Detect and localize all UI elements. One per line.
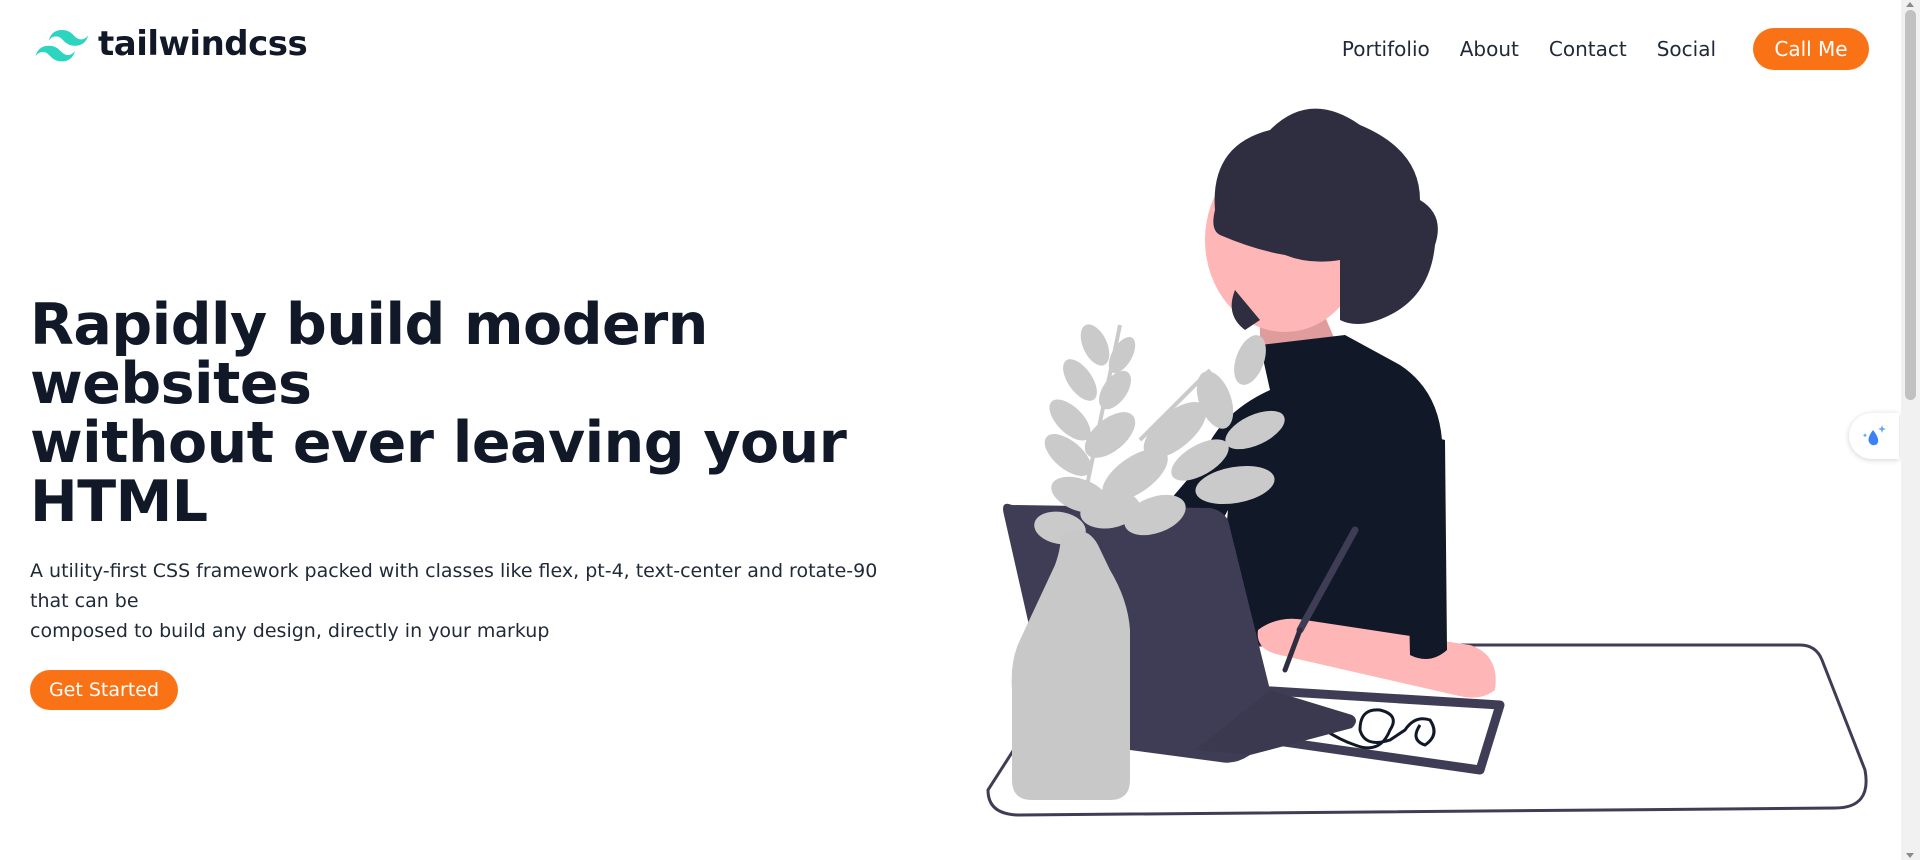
woman-working-at-desk-illustration [986, 108, 1868, 817]
hero-section: Rapidly build modern websites without ev… [30, 296, 930, 710]
hero-title-line: Rapidly build modern websites [30, 292, 708, 417]
call-me-button[interactable]: Call Me [1753, 28, 1869, 70]
nav-link-portfolio[interactable]: Portifolio [1342, 37, 1430, 61]
scroll-down-icon[interactable] [1906, 853, 1914, 858]
nav-link-contact[interactable]: Contact [1549, 37, 1627, 61]
nav-link-about[interactable]: About [1460, 37, 1519, 61]
water-drop-sparkle-icon [1862, 425, 1886, 446]
hero-title: Rapidly build modern websites without ev… [30, 296, 930, 532]
extension-widget[interactable] [1849, 413, 1899, 459]
nav-link-social[interactable]: Social [1657, 37, 1716, 61]
main-nav: Portifolio About Contact Social Call Me [1342, 28, 1869, 70]
scroll-thumb[interactable] [1905, 10, 1916, 400]
hero-subtitle-line: composed to build any design, directly i… [30, 620, 550, 642]
page-scrollbar[interactable] [1901, 0, 1920, 860]
get-started-button[interactable]: Get Started [30, 670, 178, 710]
logo-text: tailwindcss [98, 24, 308, 64]
logo[interactable]: tailwindcss [34, 24, 308, 64]
hero-subtitle-line: A utility-first CSS framework packed wit… [30, 560, 878, 612]
page: tailwindcss Portifolio About Contact Soc… [0, 0, 1920, 860]
hero-title-line: without ever leaving your [30, 410, 847, 476]
hero-subtitle: A utility-first CSS framework packed wit… [30, 556, 920, 646]
scroll-up-icon[interactable] [1906, 2, 1914, 7]
tailwind-wave-icon [35, 30, 89, 62]
hero-title-line: HTML [30, 469, 208, 535]
